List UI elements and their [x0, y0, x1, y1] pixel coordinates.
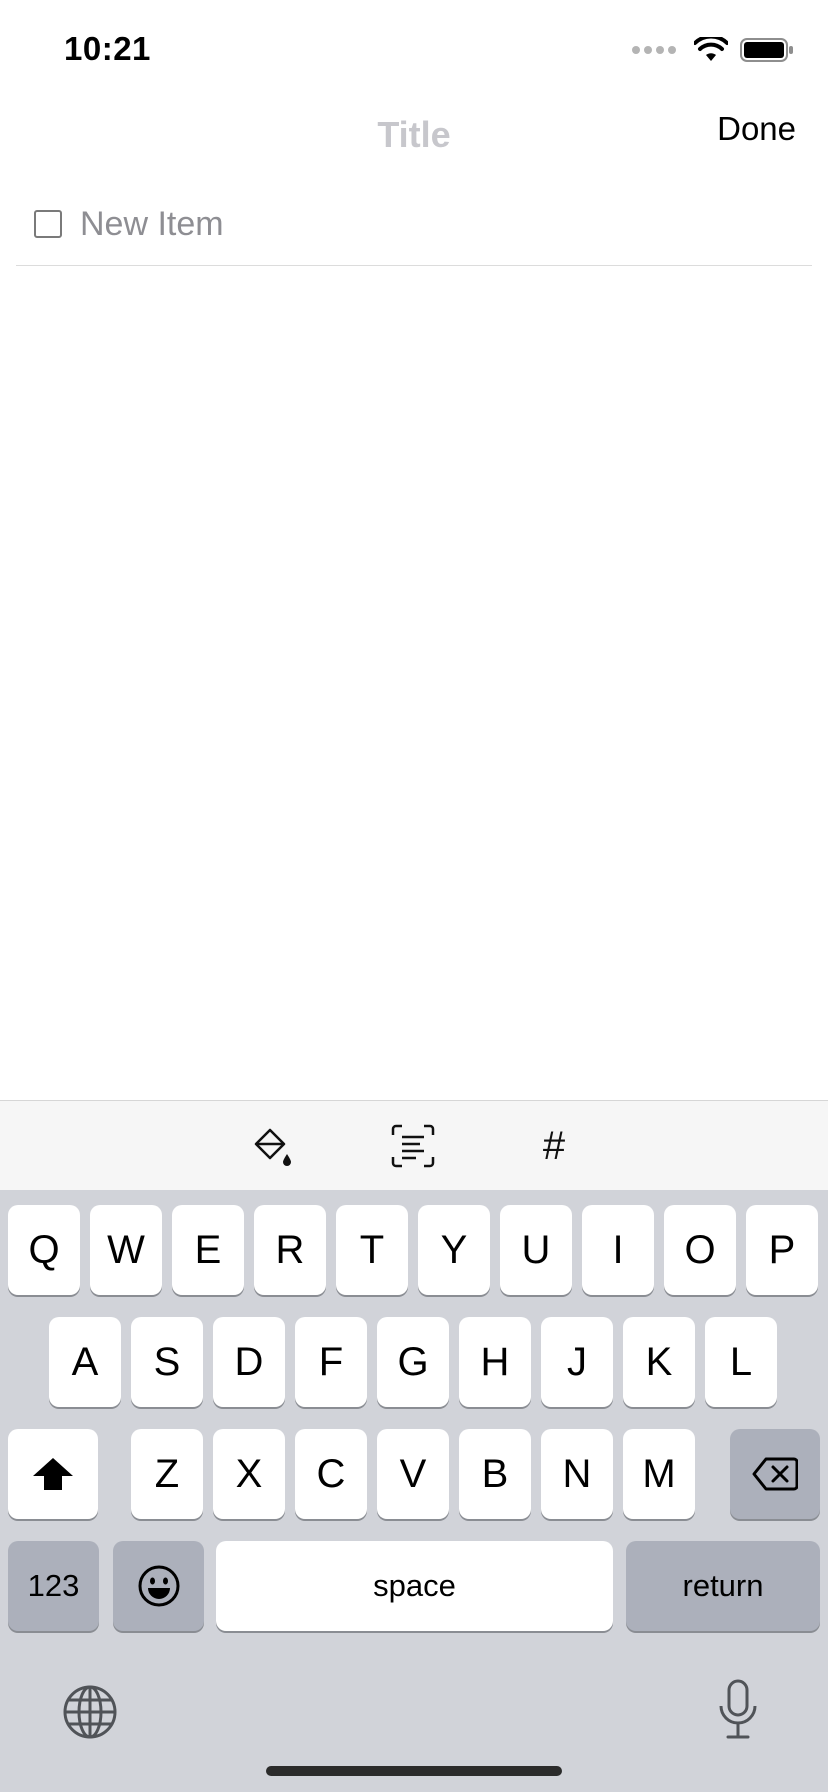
shift-icon — [33, 1458, 73, 1490]
status-bar: 10:21 — [0, 0, 828, 100]
key-c[interactable]: C — [295, 1429, 367, 1519]
home-indicator[interactable] — [266, 1766, 562, 1776]
key-t[interactable]: T — [336, 1205, 408, 1295]
emoji-key[interactable] — [113, 1541, 204, 1631]
shift-key[interactable] — [8, 1429, 98, 1519]
scan-text-icon[interactable] — [381, 1115, 445, 1177]
key-n[interactable]: N — [541, 1429, 613, 1519]
key-y[interactable]: Y — [418, 1205, 490, 1295]
key-d[interactable]: D — [213, 1317, 285, 1407]
key-l[interactable]: L — [705, 1317, 777, 1407]
status-icons — [632, 36, 794, 64]
key-b[interactable]: B — [459, 1429, 531, 1519]
key-m[interactable]: M — [623, 1429, 695, 1519]
key-a[interactable]: A — [49, 1317, 121, 1407]
return-key[interactable]: return — [626, 1541, 820, 1631]
keyboard: Q W E R T Y U I O P A S D F G H J K L Z … — [0, 1190, 828, 1792]
key-z[interactable]: Z — [131, 1429, 203, 1519]
status-time: 10:21 — [64, 30, 151, 67]
checklist-item-row — [16, 196, 812, 266]
hashtag-button[interactable]: # — [522, 1115, 586, 1177]
key-x[interactable]: X — [213, 1429, 285, 1519]
new-item-input[interactable] — [80, 200, 780, 248]
key-u[interactable]: U — [500, 1205, 572, 1295]
wifi-icon — [694, 37, 728, 61]
numbers-key[interactable]: 123 — [8, 1541, 99, 1631]
key-s[interactable]: S — [131, 1317, 203, 1407]
key-g[interactable]: G — [377, 1317, 449, 1407]
space-key[interactable]: space — [216, 1541, 613, 1631]
key-r[interactable]: R — [254, 1205, 326, 1295]
done-button[interactable]: Done — [717, 110, 796, 148]
battery-icon — [740, 38, 793, 62]
key-e[interactable]: E — [172, 1205, 244, 1295]
delete-key[interactable] — [730, 1429, 820, 1519]
cellular-signal-icon — [632, 46, 676, 54]
key-k[interactable]: K — [623, 1317, 695, 1407]
emoji-icon — [138, 1565, 179, 1607]
format-toolbar: # — [0, 1100, 828, 1190]
key-f[interactable]: F — [295, 1317, 367, 1407]
key-w[interactable]: W — [90, 1205, 162, 1295]
backspace-icon — [752, 1457, 798, 1491]
globe-icon[interactable] — [62, 1684, 118, 1740]
microphone-icon[interactable] — [714, 1678, 762, 1742]
item-checkbox[interactable] — [34, 210, 62, 238]
title-field[interactable]: Title — [0, 114, 828, 156]
paint-bucket-icon[interactable] — [240, 1115, 304, 1177]
key-p[interactable]: P — [746, 1205, 818, 1295]
key-i[interactable]: I — [582, 1205, 654, 1295]
key-h[interactable]: H — [459, 1317, 531, 1407]
key-o[interactable]: O — [664, 1205, 736, 1295]
key-j[interactable]: J — [541, 1317, 613, 1407]
key-v[interactable]: V — [377, 1429, 449, 1519]
key-q[interactable]: Q — [8, 1205, 80, 1295]
